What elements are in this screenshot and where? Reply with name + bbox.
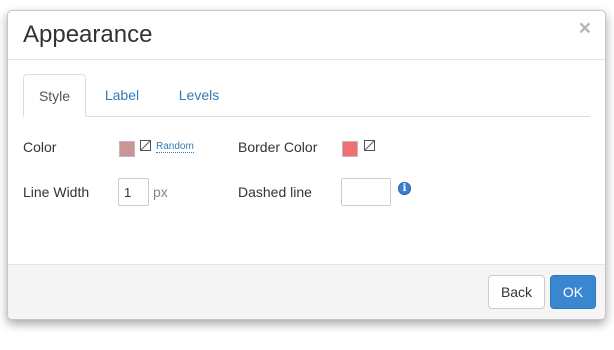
tab-label[interactable]: Label (93, 74, 151, 116)
no-color-icon[interactable] (140, 140, 151, 151)
back-button[interactable]: Back (488, 275, 545, 309)
close-icon[interactable]: × (579, 18, 591, 40)
random-color-link[interactable]: Random (156, 141, 194, 153)
dialog-footer: Back OK (8, 264, 605, 319)
color-label: Color (23, 139, 57, 155)
dashed-line-input[interactable] (341, 178, 391, 206)
line-width-unit: px (153, 184, 168, 200)
dashed-line-label: Dashed line (238, 184, 312, 200)
no-border-color-icon[interactable] (364, 140, 375, 151)
color-swatch[interactable] (119, 141, 135, 157)
tab-bar: Style Label Levels (23, 74, 590, 117)
border-color-swatch[interactable] (342, 141, 358, 157)
line-width-label: Line Width (23, 184, 90, 200)
info-icon[interactable]: i (398, 182, 411, 195)
border-color-label: Border Color (238, 139, 318, 155)
tab-levels[interactable]: Levels (163, 74, 235, 116)
line-width-input[interactable] (118, 178, 149, 206)
dialog-title: Appearance (23, 21, 153, 48)
ok-button[interactable]: OK (550, 275, 596, 309)
dialog-header: Appearance × (8, 11, 605, 60)
tab-style[interactable]: Style (23, 74, 86, 117)
appearance-dialog: Appearance × Style Label Levels Color Ra… (7, 10, 606, 320)
